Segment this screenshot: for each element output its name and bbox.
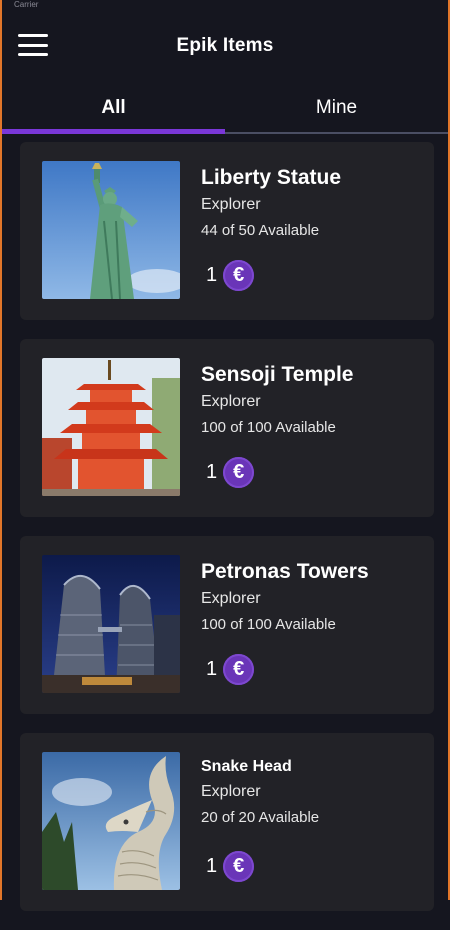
item-price: 1 € xyxy=(206,851,255,882)
page-title: Epik Items xyxy=(176,35,274,56)
item-image-snake-head xyxy=(42,752,180,890)
item-image-liberty-statue xyxy=(42,161,180,299)
item-price: 1 € xyxy=(206,260,255,291)
item-availability: 100 of 100 Available xyxy=(201,616,336,633)
item-price: 1 € xyxy=(206,654,255,685)
price-value: 1 xyxy=(206,461,218,483)
epik-coin-icon: € xyxy=(223,260,255,291)
item-availability: 20 of 20 Available xyxy=(201,809,320,826)
item-availability: 44 of 50 Available xyxy=(201,222,320,239)
price-value: 1 xyxy=(206,658,218,680)
items-list: Liberty Statue Explorer 44 of 50 Availab… xyxy=(20,142,434,930)
price-value: 1 xyxy=(206,264,218,286)
item-name: Petronas Towers xyxy=(201,560,369,583)
epik-coin-icon: € xyxy=(223,654,255,685)
item-card-sensoji-temple[interactable]: Sensoji Temple Explorer 100 of 100 Avail… xyxy=(20,339,434,517)
status-bar-text: Carrier xyxy=(14,0,39,9)
item-name: Sensoji Temple xyxy=(201,363,354,386)
item-card-liberty-statue[interactable]: Liberty Statue Explorer 44 of 50 Availab… xyxy=(20,142,434,320)
item-category: Explorer xyxy=(201,196,261,213)
tab-all[interactable]: All xyxy=(2,82,225,134)
item-category: Explorer xyxy=(201,393,261,410)
item-card-petronas-towers[interactable]: Petronas Towers Explorer 100 of 100 Avai… xyxy=(20,536,434,714)
item-name: Snake Head xyxy=(201,758,292,775)
item-image-petronas-towers xyxy=(42,555,180,693)
hamburger-menu-icon[interactable] xyxy=(18,34,48,56)
epik-coin-icon: € xyxy=(223,457,255,488)
epik-coin-icon: € xyxy=(223,851,255,882)
tab-mine[interactable]: Mine xyxy=(225,82,448,134)
item-category: Explorer xyxy=(201,783,261,800)
item-price: 1 € xyxy=(206,457,255,488)
item-image-sensoji-temple xyxy=(42,358,180,496)
item-availability: 100 of 100 Available xyxy=(201,419,336,436)
item-card-snake-head[interactable]: Snake Head Explorer 20 of 20 Available 1… xyxy=(20,733,434,911)
app-header: Epik Items xyxy=(2,10,448,82)
item-name: Liberty Statue xyxy=(201,166,342,189)
tab-bar: All Mine xyxy=(2,82,448,134)
app-frame: Carrier Epik Items All Mine Liberty Stat… xyxy=(0,0,450,911)
price-value: 1 xyxy=(206,855,218,877)
item-category: Explorer xyxy=(201,590,261,607)
